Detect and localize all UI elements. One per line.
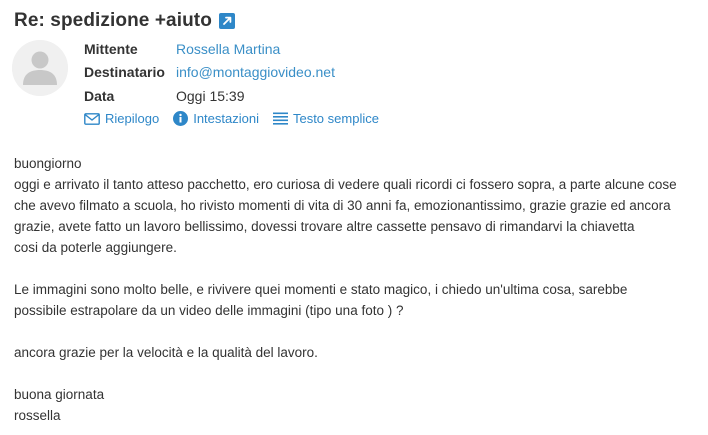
to-label: Destinatario [84,64,165,81]
to-row: Destinatario info@montaggiovideo.net [84,61,335,85]
envelope-icon [84,112,100,125]
summary-label: Riepilogo [105,111,160,126]
summary-button[interactable]: Riepilogo [84,111,159,126]
from-value[interactable]: Rossella Martina [176,41,280,57]
body-line: ancora grazie per la velocità e la quali… [14,345,318,360]
external-window-icon[interactable] [218,13,235,29]
plaintext-button[interactable]: Testo semplice [272,111,379,126]
headers-label: Intestazioni [193,111,259,126]
body-line: buona giornata [14,387,105,402]
info-icon [173,111,189,126]
to-value[interactable]: info@montaggiovideo.net [176,64,335,80]
plaintext-label: Testo semplice [292,111,379,126]
body-line [14,321,702,342]
from-row: Mittente Rossella Martina [84,37,335,61]
date-row: Data Oggi 15:39 [84,84,335,108]
from-label: Mittente [84,40,138,57]
body-line: grazie, avete fatto un lavoro bellissimo… [14,219,635,234]
body-line: Le immagini sono molto belle, e rivivere… [14,282,628,297]
headers-button[interactable]: Intestazioni [173,111,259,126]
body-line [14,258,702,279]
body-line: possibile estrapolare da un video delle … [14,303,404,318]
subject-row: Re: spedizione +aiuto [14,8,235,34]
body-line: che avevo filmato a scuola, ho rivisto m… [14,198,671,213]
user-avatar-icon [12,40,68,96]
message-subject: Re: spedizione +aiuto [14,10,212,31]
lines-icon [272,112,288,125]
date-value: Oggi 15:39 [176,87,245,104]
body-line: buongiorno [14,156,82,171]
body-line: rossella [14,408,61,423]
body-line: cosi da poterle aggiungere. [14,240,177,255]
date-label: Data [84,87,115,104]
body-line [14,363,702,384]
body-line: oggi e arrivato il tanto atteso pacchett… [14,177,677,192]
message-toolbar: Riepilogo Intestazioni Testo semplice [84,111,393,126]
message-headers: Mittente Rossella Martina Destinatario i… [84,37,335,108]
message-body: buongiorno oggi e arrivato il tanto atte… [14,153,702,426]
message-view: Re: spedizione +aiuto Mittente Rossella … [0,0,708,435]
